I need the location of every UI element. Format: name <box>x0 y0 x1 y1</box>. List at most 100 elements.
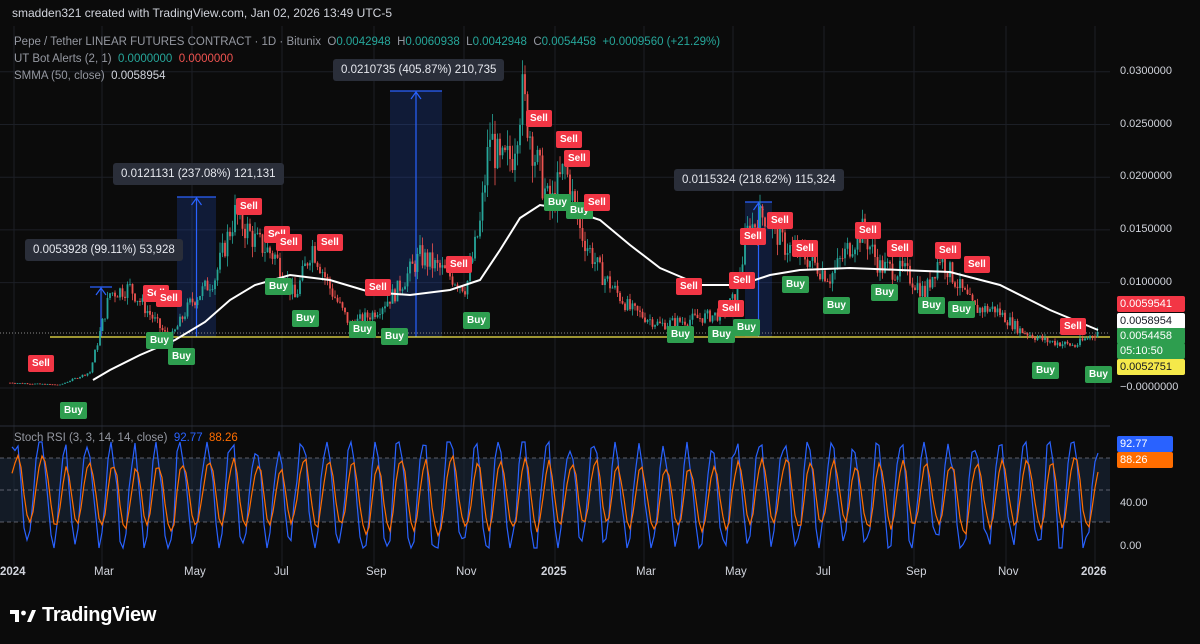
buy-signal-28: Buy <box>733 319 760 336</box>
sell-signal-32: Sell <box>792 240 818 257</box>
sell-signal-11: Sell <box>317 234 343 251</box>
stoch-rsi-k-value: 92.77 <box>173 432 203 444</box>
legend-smma[interactable]: SMMA (50, close) 0.0058954 <box>14 70 166 82</box>
buy-signal-10: Buy <box>292 310 319 327</box>
buy-signal-12: Buy <box>349 321 376 338</box>
price-tag-support: 0.0052751 <box>1117 359 1185 375</box>
price-axis-label-2: 0.0200000 <box>1120 170 1172 183</box>
rsi-tag-d: 88.26 <box>1117 452 1173 468</box>
buy-signal-23: Buy <box>667 326 694 343</box>
price-tag-smma: 0.0058954 <box>1117 313 1185 329</box>
buy-signal-41: Buy <box>1032 362 1059 379</box>
time-axis-label-1: Mar <box>94 566 114 578</box>
stoch-rsi-label: Stoch RSI (3, 3, 14, 14, close) <box>14 432 168 444</box>
time-axis-label-8: May <box>725 566 747 578</box>
time-axis-label-7: Mar <box>636 566 656 578</box>
time-axis-label-6: 2025 <box>541 566 567 578</box>
tradingview-logo-icon <box>10 609 36 622</box>
time-axis-label-9: Jul <box>816 566 831 578</box>
footer <box>0 592 1200 644</box>
price-axis-label-0: 0.0300000 <box>1120 64 1172 77</box>
header-credit: smadden321 created with TradingView.com,… <box>12 6 393 20</box>
sell-signal-15: Sell <box>446 256 472 273</box>
stoch-rsi-d-value: 88.26 <box>208 432 238 444</box>
price-axis-label-4: 0.0100000 <box>1120 275 1172 288</box>
brand-logo[interactable]: TradingView <box>10 604 156 627</box>
price-axis-label-1: 0.0250000 <box>1120 117 1172 130</box>
time-axis-label-3: Jul <box>274 566 289 578</box>
close-value: 0.0054458 <box>541 36 597 48</box>
measure-label-1[interactable]: 0.0053928 (99.11%) 53,928 <box>25 239 183 261</box>
sell-signal-38: Sell <box>935 242 961 259</box>
buy-signal-31: Buy <box>782 276 809 293</box>
buy-signal-1: Buy <box>60 402 87 419</box>
sell-signal-42: Sell <box>1060 318 1086 335</box>
brand-name: TradingView <box>42 604 157 626</box>
buy-signal-8: Buy <box>265 278 292 295</box>
sell-signal-24: Sell <box>676 278 702 295</box>
smma-value: 0.0058954 <box>111 70 166 82</box>
buy-signal-14: Buy <box>381 328 408 345</box>
ut-bot-value-2: 0.0000000 <box>178 53 234 65</box>
legend-ut-bot[interactable]: UT Bot Alerts (2, 1) 0.0000000 0.0000000 <box>14 53 233 65</box>
symbol-name: Pepe / Tether LINEAR FUTURES CONTRACT · … <box>14 36 321 48</box>
buy-signal-33: Buy <box>823 297 850 314</box>
price-tag-ut-sell: 0.0059541 <box>1117 296 1185 312</box>
measure-label-2[interactable]: 0.0121131 (237.08%) 121,131 <box>113 163 284 185</box>
sell-signal-22: Sell <box>584 194 610 211</box>
change-value: +0.0009560 (+21.29%) <box>602 36 721 48</box>
time-axis-label-0: 2024 <box>0 566 26 578</box>
time-axis-label-12: 2026 <box>1081 566 1107 578</box>
price-axis-label-3: 0.0150000 <box>1120 222 1172 235</box>
ut-bot-value-1: 0.0000000 <box>117 53 173 65</box>
legend-stoch-rsi[interactable]: Stoch RSI (3, 3, 14, 14, close) 92.77 88… <box>14 432 238 444</box>
close-label: C <box>533 36 542 48</box>
buy-signal-25: Buy <box>708 326 735 343</box>
time-axis-label-10: Sep <box>906 566 927 578</box>
sell-signal-18: Sell <box>556 131 582 148</box>
smma-label: SMMA (50, close) <box>14 70 105 82</box>
sell-signal-27: Sell <box>729 272 755 289</box>
high-value: 0.0060938 <box>405 36 460 48</box>
rsi-axis-40: 40.00 <box>1120 497 1148 509</box>
time-axis-label-4: Sep <box>366 566 387 578</box>
legend-symbol[interactable]: Pepe / Tether LINEAR FUTURES CONTRACT · … <box>14 36 720 48</box>
sell-signal-29: Sell <box>740 228 766 245</box>
sell-signal-13: Sell <box>365 279 391 296</box>
time-axis-label-2: May <box>184 566 206 578</box>
open-label: O <box>327 36 337 48</box>
price-tag-countdown: 05:10:50 <box>1117 343 1185 359</box>
buy-signal-5: Buy <box>168 348 195 365</box>
time-axis-label-11: Nov <box>998 566 1019 578</box>
buy-signal-36: Buy <box>871 284 898 301</box>
sell-signal-30: Sell <box>767 212 793 229</box>
buy-signal-37: Buy <box>918 297 945 314</box>
buy-signal-16: Buy <box>463 312 490 329</box>
measure-range-1 <box>90 286 112 337</box>
sell-signal-6: Sell <box>236 198 262 215</box>
ut-bot-label: UT Bot Alerts (2, 1) <box>14 53 112 65</box>
time-axis-label-5: Nov <box>456 566 477 578</box>
sell-signal-35: Sell <box>887 240 913 257</box>
buy-signal-4: Buy <box>146 332 173 349</box>
chart-canvas[interactable] <box>0 26 1200 592</box>
sell-signal-9: Sell <box>276 234 302 251</box>
rsi-tag-k: 92.77 <box>1117 436 1173 452</box>
sell-signal-3: Sell <box>156 290 182 307</box>
open-value: 0.0042948 <box>336 36 391 48</box>
smma-line <box>92 203 1099 381</box>
header-bar: smadden321 created with TradingView.com,… <box>0 0 1200 26</box>
measure-label-4[interactable]: 0.0115324 (218.62%) 115,324 <box>674 169 844 191</box>
price-axis-label-5: −0.0000000 <box>1120 381 1179 393</box>
buy-signal-43: Buy <box>1085 366 1112 383</box>
low-value: 0.0042948 <box>472 36 527 48</box>
sell-signal-40: Sell <box>964 256 990 273</box>
sell-signal-34: Sell <box>855 222 881 239</box>
price-tag-last: 0.0054458 <box>1117 328 1185 344</box>
sell-signal-0: Sell <box>28 355 54 372</box>
sell-signal-20: Sell <box>564 150 590 167</box>
buy-signal-39: Buy <box>948 301 975 318</box>
sell-signal-17: Sell <box>526 110 552 127</box>
rsi-axis-0: 0.00 <box>1120 540 1142 552</box>
measure-label-3[interactable]: 0.0210735 (405.87%) 210,735 <box>333 59 505 81</box>
